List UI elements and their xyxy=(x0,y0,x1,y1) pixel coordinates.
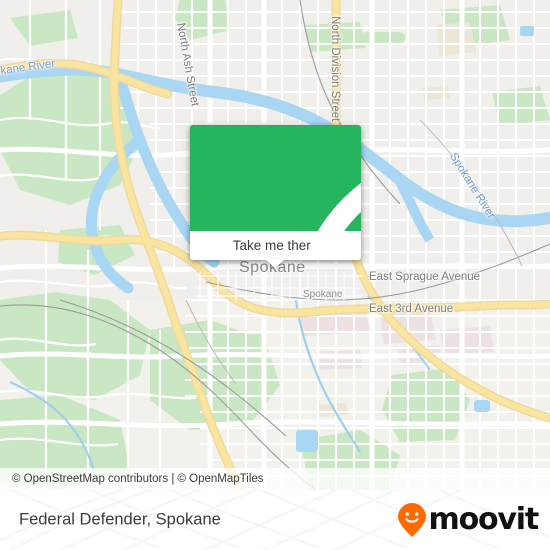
moovit-pin-smiley-icon xyxy=(397,503,426,537)
location-popup-card[interactable]: Take me there xyxy=(190,125,361,260)
footer-bar: Federal Defender, Spokane moovit xyxy=(0,490,550,550)
moovit-logo[interactable]: moovit xyxy=(397,502,540,538)
popup-card-header xyxy=(190,125,361,260)
moovit-map-screenshot: okane River Spokane River North Ash Stre… xyxy=(0,0,550,550)
map-attribution-text[interactable]: © OpenStreetMap contributors | © OpenMap… xyxy=(12,473,264,485)
popup-card-pointer xyxy=(265,259,285,268)
map-canvas[interactable]: okane River Spokane River North Ash Stre… xyxy=(0,0,550,490)
map-attribution-bar: © OpenStreetMap contributors | © OpenMap… xyxy=(0,468,550,490)
footer-title: Federal Defender, Spokane xyxy=(19,510,221,529)
map-pin-icon xyxy=(304,183,361,260)
moovit-wordmark: moovit xyxy=(428,502,540,537)
